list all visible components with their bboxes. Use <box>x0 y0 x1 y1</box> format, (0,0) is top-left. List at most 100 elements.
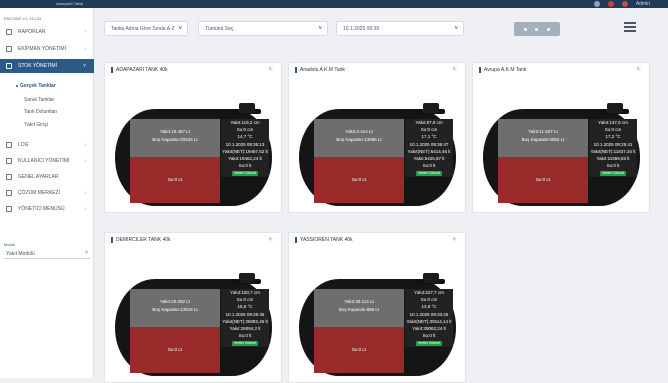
tank-info-line: Su:0 lt <box>238 333 252 339</box>
tank-info-line: Su:0 cm <box>604 127 622 133</box>
tank-info-panel: Yakıt:119,2 cm Su:0 cm 14,7 °C 10.1.2025 09… <box>221 119 269 177</box>
settings-icon[interactable] <box>593 1 600 7</box>
tank-hatch <box>239 103 255 113</box>
pager-dot[interactable] <box>546 27 550 31</box>
tank-title: Anadolu A.K.M Tank <box>295 67 345 73</box>
tank-graphic: Yakıt:39.114 Lt Boş Kapasite:886 Lt Su:0 L… <box>299 273 456 376</box>
tank-info-line: 15,5 °C <box>237 304 253 310</box>
top-bar: Akaryakıt Takip Admin <box>0 0 668 8</box>
pin-icon[interactable]: ⇱ <box>269 237 273 243</box>
tank-info-line: Yakıt:150,7 cm <box>230 290 260 295</box>
tank-water-label: Su:0 Lt <box>167 347 183 352</box>
tank-hatch <box>239 273 255 283</box>
tank-empty-capacity: Boş Kapasite:13086 Lt <box>336 137 382 142</box>
language-flag-icon-alt[interactable] <box>621 1 628 7</box>
sidebar-item-label: STOK YÖNETİMİ <box>18 63 57 69</box>
status-badge: Veriler Güncel <box>232 171 258 177</box>
tank-info-line: Yakıt(NET):19467,52 lt <box>222 148 268 154</box>
pager[interactable] <box>514 22 560 36</box>
tank-info-line: 10.1.2025 09:26:46 <box>225 311 265 317</box>
tank-fuel-label: Yakıt:19.467 Lt <box>160 129 190 134</box>
chevron-right-icon: › <box>84 29 86 35</box>
tank-info-line: 13,6 °C <box>421 304 437 310</box>
tank-info-line: 10.1.2025 09:36:13 <box>225 141 265 147</box>
subitem-tank-fills[interactable]: Tank Dolumları <box>24 109 57 115</box>
tank-empty-capacity: Boş Kapasite:886 Lt <box>338 307 380 312</box>
tank-info-line: Yakıt(NET):6414,46 lt <box>407 148 451 154</box>
group-value: Tümünü Seç <box>205 25 234 32</box>
subitem-real-tanks[interactable]: Gerçek Tanklar <box>16 83 56 89</box>
pin-icon[interactable]: ⇱ <box>269 67 273 73</box>
pin-icon[interactable]: ⇱ <box>637 67 641 73</box>
pager-dot[interactable] <box>535 27 539 31</box>
sidebar-item-reports[interactable]: RAPORLAR › <box>0 25 94 39</box>
chevron-down-icon: ˅ <box>83 63 86 69</box>
tank-card: DEMIRCILER TANK 40k ⇱ Yakıt:26.082 Lt Boş K… <box>104 232 282 383</box>
tank-info-line: 17,1 °C <box>421 134 437 140</box>
sort-select[interactable]: Tanka Adına Göre Sırala A-Z ˅ <box>104 21 188 36</box>
sidebar-item-label: ÇÖZÜM MERKEZİ <box>18 190 60 196</box>
pager-dot[interactable] <box>524 27 528 31</box>
language-flag-icon[interactable] <box>607 1 614 7</box>
tank-fuel-label: Yakıt:26.082 Lt <box>160 299 190 304</box>
tank-info-panel: Yakıt:227,7 cm Su:0 cm 13,6 °C 10.1.2025 09… <box>405 289 453 347</box>
list-view-icon[interactable] <box>624 22 636 32</box>
tank-info-line: Su:0 cm <box>420 127 438 133</box>
group-select[interactable]: Tümünü Seç ˅ <box>198 21 328 36</box>
support-icon <box>6 190 12 196</box>
sidebar-item-support[interactable]: ÇÖZÜM MERKEZİ › <box>0 186 94 200</box>
tank-card: ADAPAZARI TANK 40k ⇱ Yakıt:19.467 Lt Boş Ka… <box>104 62 282 213</box>
sidebar-item-label: EKİPMAN YÖNETİMİ <box>18 46 66 52</box>
module-select[interactable]: Yakıt Modülü ˅ <box>4 248 90 259</box>
tank-graphic: Yakıt:11.937 Lt Boş Kapasite:6063 Lt Su:0 … <box>483 103 640 206</box>
sidebar-item-users[interactable]: KULLANICI YÖNETİMİ › <box>0 154 94 168</box>
chevron-right-icon: › <box>84 46 86 52</box>
sidebar-item-settings[interactable]: GENEL AYARLAR <box>0 170 94 184</box>
date-value: 10.1.2025 09:39 <box>343 25 380 32</box>
pin-icon[interactable]: ⇱ <box>453 67 457 73</box>
status-badge: Veriler Güncel <box>416 341 442 347</box>
tank-empty-capacity: Boş Kapasite:20533 Lt <box>152 137 198 142</box>
tank-water-label: Su:0 Lt <box>535 177 551 182</box>
tank-info-line: 10.1.2025 09:36:47 <box>409 141 449 147</box>
tank-info-line: 10.1.2025 09:25:41 <box>593 141 633 147</box>
tank-info-line: Yakıt:19462,24 lt <box>228 156 262 162</box>
sidebar-item-admin[interactable]: YÖNETİCİ MENÜSÜ › <box>0 202 94 216</box>
app-version: ENCODE V.1.13.134 <box>4 16 42 21</box>
admin-icon <box>6 206 12 212</box>
pin-icon[interactable]: ⇱ <box>453 237 457 243</box>
tank-info-line: Yakıt:11959,83 lt <box>596 156 630 162</box>
tank-empty-capacity: Boş Kapasite:6063 Lt <box>521 137 565 142</box>
tank-info-line: Yakıt:26094,2 lt <box>229 326 261 332</box>
tank-water-label: Su:0 Lt <box>351 347 367 352</box>
date-select[interactable]: 10.1.2025 09:39 ˅ <box>336 21 464 36</box>
user-menu[interactable]: Admin <box>636 1 650 7</box>
tank-info-line: 14,7 °C <box>237 134 253 140</box>
sidebar-item-label: YÖNETİCİ MENÜSÜ <box>18 206 65 212</box>
tank-info-line: Yakıt:87,8 cm <box>415 120 443 125</box>
sidebar-item-equipment[interactable]: EKİPMAN YÖNETİMİ › <box>0 42 94 56</box>
sidebar-item-log[interactable]: LOG › <box>0 138 94 152</box>
tank-info-line: 10.1.2025 09:33:25 <box>409 311 449 317</box>
tank-fuel-label: Yakıt:39.114 Lt <box>344 299 374 304</box>
subitem-virtual-tanks[interactable]: Sanal Tanklar <box>24 97 54 103</box>
tank-info-line: Yakıt(NET):11937,34 lt <box>590 148 636 154</box>
sidebar-item-stock[interactable]: STOK YÖNETİMİ ˅ <box>0 59 94 73</box>
tank-info-panel: Yakıt:137,9 cm Su:0 cm 17,2 °C 10.1.2025 09… <box>589 119 637 177</box>
tank-info-line: Su:0 cm <box>420 297 438 303</box>
chevron-right-icon: › <box>84 206 86 212</box>
sidebar-item-label: RAPORLAR <box>18 29 46 35</box>
tank-card: Avrupa A.K.M Tank ⇱ Yakıt:11.937 Lt Boş Kap… <box>472 62 650 213</box>
tank-card: Anadolu A.K.M Tank ⇱ Yakıt:4.414 Lt Boş Kap… <box>288 62 466 213</box>
top-icons: Admin <box>593 0 650 8</box>
tank-info-line: Su:0 cm <box>236 297 254 303</box>
tank-water-label: Su:0 Lt <box>167 177 183 182</box>
tank-graphic: Yakıt:26.082 Lt Boş Kapasite:13918 Lt Su:0… <box>115 273 272 376</box>
tank-info-line: Yakıt(NET):39114,14 lt <box>406 318 452 324</box>
sidebar: ENCODE V.1.13.134 RAPORLAR › EKİPMAN YÖNE… <box>0 8 94 378</box>
sidebar-item-label: KULLANICI YÖNETİMİ <box>18 158 70 164</box>
tank-info-line: Su:0 lt <box>422 333 436 339</box>
subitem-fuel-entry[interactable]: Yakıt Girişi <box>24 122 48 128</box>
tank-hatch <box>423 103 439 113</box>
tank-info-line: Su:0 lt <box>422 163 436 169</box>
